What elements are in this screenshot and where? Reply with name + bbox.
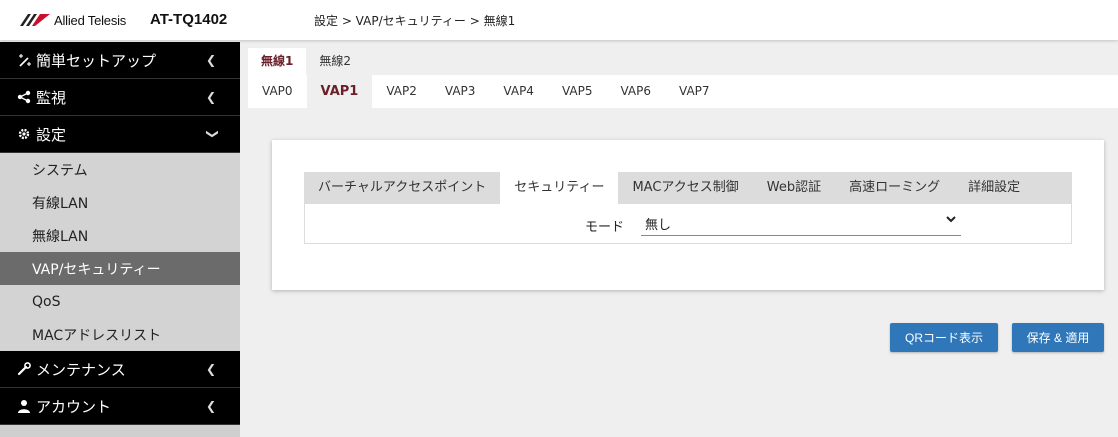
sidebar-subitem-wired-lan[interactable]: 有線LAN [0, 186, 240, 219]
tab-vap0[interactable]: VAP0 [248, 75, 307, 108]
tab-vap3[interactable]: VAP3 [431, 75, 490, 108]
header: Allied Telesis AT-TQ1402 設定 > VAP/セキュリティ… [0, 0, 1118, 40]
sidebar-subitem-qos[interactable]: QoS [0, 285, 240, 318]
chevron-down-icon [945, 213, 957, 229]
chevron-left-icon: ❮ [205, 362, 216, 376]
radio-tabs: 無線1 無線2 [248, 48, 1118, 75]
mode-select[interactable]: 無し [641, 210, 961, 236]
tab-mac-access-control[interactable]: MACアクセス制御 [618, 172, 752, 204]
sidebar-item-label: メンテナンス [36, 360, 126, 379]
tab-virtual-access-point[interactable]: バーチャルアクセスポイント [304, 172, 500, 204]
gear-icon [16, 127, 32, 141]
sidebar-item-account[interactable]: アカウント ❮ [0, 388, 240, 425]
tab-radio2[interactable]: 無線2 [306, 48, 364, 75]
sidebar-subitem-system[interactable]: システム [0, 153, 240, 186]
sidebar-item-maintenance[interactable]: メンテナンス ❮ [0, 351, 240, 388]
chevron-left-icon: ❮ [205, 399, 216, 413]
tab-vap1[interactable]: VAP1 [306, 75, 373, 108]
sidebar-item-label: 簡単セットアップ [36, 51, 157, 70]
logo-text: Allied Telesis [54, 12, 127, 28]
tab-security[interactable]: セキュリティー [500, 172, 619, 204]
vap-tabs: VAP0 VAP1 VAP2 VAP3 VAP4 VAP5 VAP6 VAP7 [248, 75, 1118, 108]
chevron-down-icon: ❮ [203, 128, 218, 140]
tab-vap5[interactable]: VAP5 [548, 75, 607, 108]
tab-fast-roaming[interactable]: 高速ローミング [835, 172, 954, 204]
settings-panel: バーチャルアクセスポイント セキュリティー MACアクセス制御 Web認証 高速… [272, 140, 1104, 290]
sidebar-item-easy-setup[interactable]: 簡単セットアップ ❮ [0, 42, 240, 79]
tab-vap7[interactable]: VAP7 [665, 75, 724, 108]
security-form: モード 無し [304, 204, 1072, 244]
tab-advanced-settings[interactable]: 詳細設定 [954, 172, 1034, 204]
logo-mark-icon [20, 14, 50, 26]
device-model: AT-TQ1402 [150, 11, 228, 28]
tab-vap2[interactable]: VAP2 [372, 75, 431, 108]
tab-vap4[interactable]: VAP4 [489, 75, 548, 108]
share-icon [16, 90, 32, 104]
show-qr-code-button[interactable]: QRコード表示 [890, 323, 998, 352]
user-icon [16, 399, 32, 413]
chevron-left-icon: ❮ [205, 90, 216, 104]
allied-telesis-logo[interactable]: Allied Telesis [20, 12, 126, 28]
sidebar-item-monitor[interactable]: 監視 ❮ [0, 79, 240, 116]
sidebar-item-label: 設定 [36, 125, 67, 144]
sidebar-subitem-wireless-lan[interactable]: 無線LAN [0, 219, 240, 252]
breadcrumb: 設定 > VAP/セキュリティー > 無線1 [314, 14, 516, 28]
magic-wand-icon [16, 53, 32, 68]
tab-radio1[interactable]: 無線1 [248, 48, 307, 75]
sidebar-item-label: 監視 [36, 88, 67, 107]
mode-label: モード [585, 220, 625, 235]
tab-web-auth[interactable]: Web認証 [753, 172, 835, 204]
sidebar: 簡単セットアップ ❮ 監視 ❮ 設定 ❮ システム 有線LAN 無線LAN VA… [0, 42, 240, 437]
wrench-icon [16, 362, 32, 376]
save-and-apply-button[interactable]: 保存 & 適用 [1012, 323, 1104, 352]
mode-select-value: 無し [645, 218, 672, 233]
sidebar-subitem-mac-address-list[interactable]: MACアドレスリスト [0, 318, 240, 351]
tab-vap6[interactable]: VAP6 [606, 75, 665, 108]
sidebar-item-label: アカウント [36, 397, 112, 416]
sidebar-item-settings[interactable]: 設定 ❮ [0, 116, 240, 153]
sidebar-subitem-vap-security[interactable]: VAP/セキュリティー [0, 252, 240, 285]
chevron-left-icon: ❮ [205, 53, 216, 67]
settings-tabs: バーチャルアクセスポイント セキュリティー MACアクセス制御 Web認証 高速… [304, 172, 1072, 204]
main-content: 無線1 無線2 VAP0 VAP1 VAP2 VAP3 VAP4 VAP5 VA… [248, 48, 1118, 437]
